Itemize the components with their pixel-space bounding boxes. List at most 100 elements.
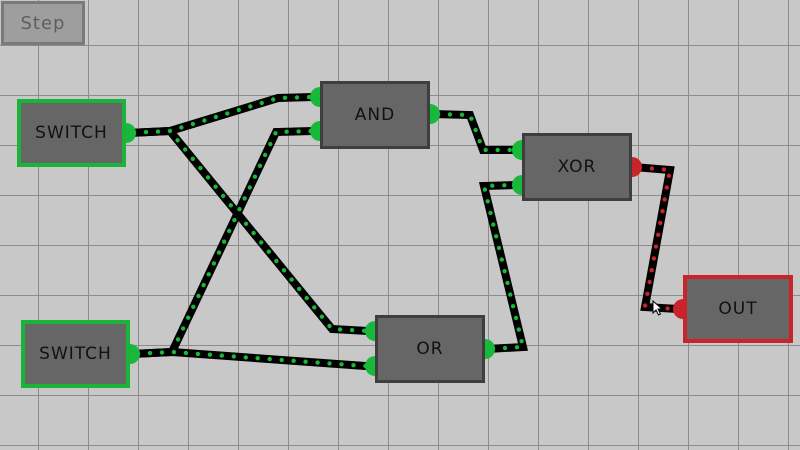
switch-bottom-gate[interactable]: SWITCH xyxy=(21,320,130,388)
signal-dot xyxy=(459,112,465,118)
signal-dot xyxy=(505,280,510,286)
signal-dot xyxy=(339,362,344,367)
signal-dot xyxy=(488,210,493,216)
wire-line xyxy=(131,347,368,370)
signal-dot xyxy=(653,244,659,249)
signal-dot xyxy=(255,356,260,361)
signal-dot xyxy=(231,354,236,359)
signal-dot xyxy=(202,118,207,123)
wire-switch-bottom-to-and[interactable] xyxy=(131,127,314,358)
and-input-a-port[interactable] xyxy=(310,87,320,107)
signal-dot xyxy=(159,350,165,355)
signal-dot xyxy=(294,95,300,100)
xor-gate[interactable]: XOR xyxy=(522,133,632,201)
signal-dot xyxy=(502,345,508,351)
signal-dot xyxy=(155,129,161,134)
xor-input-b-port[interactable] xyxy=(512,175,522,195)
signal-dot xyxy=(205,175,211,180)
signal-dot xyxy=(201,282,206,288)
wire-switch-bottom-to-or[interactable] xyxy=(131,347,368,370)
signal-dot xyxy=(661,167,667,172)
signal-dot xyxy=(191,304,196,309)
signal-dot xyxy=(221,193,226,199)
signal-dot xyxy=(485,199,490,204)
signal-dot xyxy=(513,315,519,321)
signal-dot xyxy=(147,350,153,356)
signal-dot xyxy=(175,337,181,342)
signal-dot xyxy=(213,114,219,120)
signal-dot xyxy=(662,197,667,202)
output-gate[interactable]: OUT xyxy=(683,275,793,343)
signal-dot xyxy=(175,138,180,143)
and-gate[interactable]: AND xyxy=(320,81,430,149)
signal-dot xyxy=(477,139,482,144)
switch-bottom-output-port[interactable] xyxy=(130,344,140,364)
signal-dot xyxy=(658,220,663,226)
signal-dot xyxy=(257,163,263,168)
xor-output-port[interactable] xyxy=(632,157,642,177)
xor-input-a-port[interactable] xyxy=(512,140,522,160)
signal-dot xyxy=(651,256,657,261)
wire-xor-to-out[interactable] xyxy=(633,163,679,313)
signal-dot xyxy=(507,147,512,153)
signal-dot xyxy=(647,279,652,285)
and-output-port[interactable] xyxy=(430,104,440,124)
signal-dot xyxy=(271,97,276,102)
signal-dot xyxy=(228,203,233,208)
out-input-port[interactable] xyxy=(673,299,683,319)
signal-dot xyxy=(195,351,201,357)
signal-dot xyxy=(213,184,218,189)
step-button[interactable]: Step xyxy=(1,1,85,45)
signal-dot xyxy=(183,350,189,356)
signal-dot xyxy=(179,125,184,130)
signal-dot xyxy=(236,107,241,113)
signal-dot xyxy=(508,292,513,297)
wire-line xyxy=(633,163,679,313)
signal-dot xyxy=(643,303,648,308)
wire-and-to-xor[interactable] xyxy=(431,110,515,154)
signal-dot xyxy=(171,349,177,355)
signal-dot xyxy=(447,112,453,117)
signal-dot xyxy=(167,128,173,134)
signal-dot xyxy=(483,147,488,153)
signal-dot xyxy=(206,272,211,277)
signal-dot xyxy=(666,173,672,178)
signal-dot xyxy=(273,131,278,136)
or-output-port[interactable] xyxy=(485,339,495,359)
switch-top-gate[interactable]: SWITCH xyxy=(17,99,126,167)
signal-dot xyxy=(645,291,650,296)
signal-dot xyxy=(494,234,499,239)
wire-switch-top-to-or[interactable] xyxy=(127,126,369,335)
signal-dot xyxy=(502,269,507,274)
signal-dot xyxy=(252,174,258,179)
signal-dot xyxy=(190,156,195,161)
or-input-b-port[interactable] xyxy=(365,356,375,376)
signal-dot xyxy=(289,277,294,282)
signal-dot xyxy=(190,121,196,127)
signal-dot xyxy=(312,305,317,310)
signal-dot xyxy=(143,129,149,135)
signal-dot xyxy=(247,185,252,190)
signal-dot xyxy=(266,249,271,254)
signal-dot xyxy=(499,257,504,262)
signal-dot xyxy=(259,240,264,245)
signal-dot xyxy=(496,245,502,251)
wire-line xyxy=(127,93,314,137)
switch-top-output-port[interactable] xyxy=(126,123,136,143)
signal-dot xyxy=(351,363,356,368)
signal-dot xyxy=(296,129,301,134)
signal-dot xyxy=(469,116,474,121)
wire-or-to-xor[interactable] xyxy=(478,181,529,353)
signal-dot xyxy=(519,339,524,344)
signal-dot xyxy=(274,258,279,264)
signal-dot xyxy=(267,356,272,362)
or-gate[interactable]: OR xyxy=(375,315,485,383)
signal-dot xyxy=(186,315,191,320)
and-input-b-port[interactable] xyxy=(310,121,320,141)
signal-dot xyxy=(232,217,237,223)
or-input-a-port[interactable] xyxy=(365,321,375,341)
signal-dot xyxy=(315,360,320,365)
signal-dot xyxy=(279,357,284,363)
signal-dot xyxy=(180,326,186,331)
signal-dot xyxy=(656,232,661,237)
